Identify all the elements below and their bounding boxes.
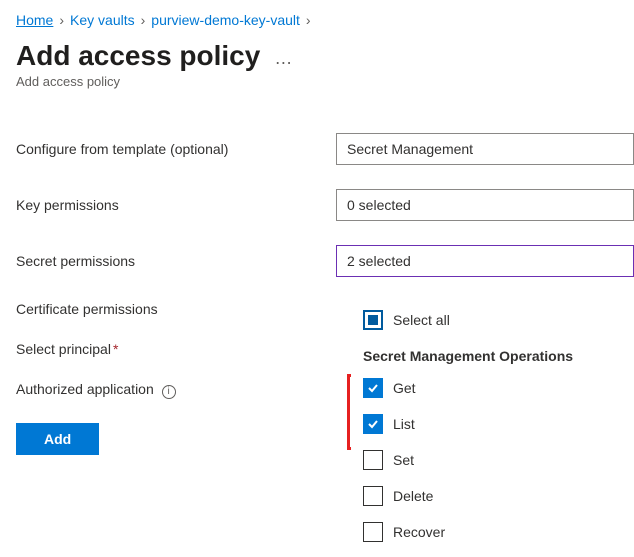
secret-permissions-dropdown: Select all Secret Management Operations … xyxy=(351,302,634,550)
authorized-application-label: Authorized application i xyxy=(16,381,336,399)
key-permissions-label: Key permissions xyxy=(16,197,336,213)
add-button[interactable]: Add xyxy=(16,423,99,455)
checkbox-checked-icon xyxy=(363,414,383,434)
checkbox-checked-icon xyxy=(363,378,383,398)
checkbox-icon xyxy=(363,486,383,506)
dropdown-group-header: Secret Management Operations xyxy=(351,338,634,370)
certificate-permissions-label: Certificate permissions xyxy=(16,301,336,317)
breadcrumb-home[interactable]: Home xyxy=(16,12,53,28)
select-principal-label: Select principal* xyxy=(16,341,336,357)
secret-permissions-label: Secret permissions xyxy=(16,253,336,269)
key-permissions-select[interactable]: 0 selected xyxy=(336,189,634,221)
option-delete[interactable]: Delete xyxy=(351,478,634,514)
chevron-right-icon: › xyxy=(306,12,311,28)
secret-permissions-select[interactable]: 2 selected xyxy=(336,245,634,277)
more-icon[interactable]: … xyxy=(274,48,294,69)
template-value: Secret Management xyxy=(347,141,473,157)
template-select[interactable]: Secret Management xyxy=(336,133,634,165)
secret-permissions-value: 2 selected xyxy=(347,253,411,269)
template-label: Configure from template (optional) xyxy=(16,141,336,157)
option-label: Set xyxy=(393,452,414,468)
page-title: Add access policy xyxy=(16,40,260,72)
checkbox-icon xyxy=(363,450,383,470)
option-label: Recover xyxy=(393,524,445,540)
breadcrumb: Home › Key vaults › purview-demo-key-vau… xyxy=(16,12,634,28)
option-list[interactable]: List xyxy=(351,406,634,442)
select-all-label: Select all xyxy=(393,312,450,328)
key-permissions-value: 0 selected xyxy=(347,197,411,213)
option-get[interactable]: Get xyxy=(351,370,634,406)
breadcrumb-key-vaults[interactable]: Key vaults xyxy=(70,12,135,28)
page-subtitle: Add access policy xyxy=(16,74,634,89)
checkbox-indeterminate-icon xyxy=(363,310,383,330)
info-icon[interactable]: i xyxy=(162,385,176,399)
option-set[interactable]: Set xyxy=(351,442,634,478)
checkbox-icon xyxy=(363,522,383,542)
option-label: Delete xyxy=(393,488,433,504)
required-icon: * xyxy=(113,341,118,357)
option-label: Get xyxy=(393,380,416,396)
chevron-right-icon: › xyxy=(59,12,64,28)
select-all-option[interactable]: Select all xyxy=(351,302,634,338)
chevron-right-icon: › xyxy=(141,12,146,28)
option-label: List xyxy=(393,416,415,432)
breadcrumb-vault-name[interactable]: purview-demo-key-vault xyxy=(151,12,300,28)
option-recover[interactable]: Recover xyxy=(351,514,634,550)
